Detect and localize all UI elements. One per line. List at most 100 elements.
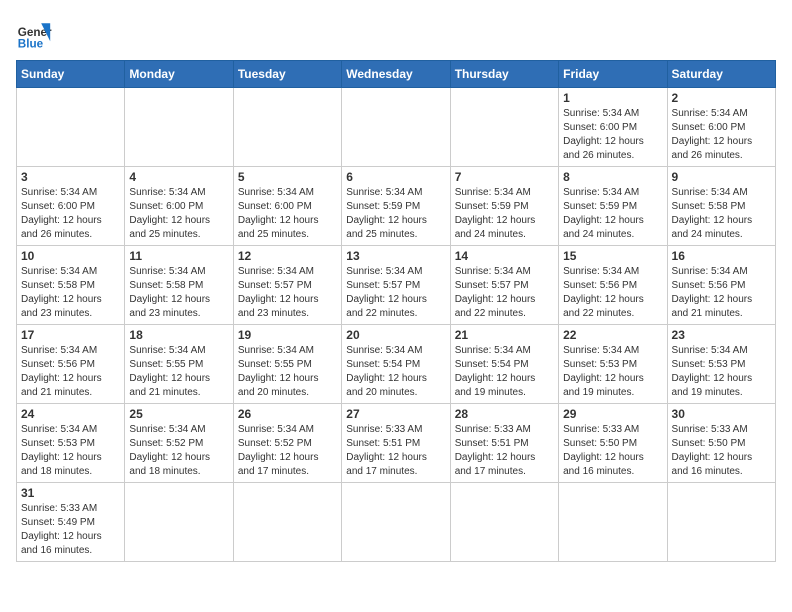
day-info: Sunrise: 5:34 AM Sunset: 5:58 PM Dayligh… xyxy=(672,186,771,242)
calendar-cell xyxy=(667,483,775,562)
day-info: Sunrise: 5:34 AM Sunset: 5:53 PM Dayligh… xyxy=(672,344,771,400)
day-number: 7 xyxy=(455,170,554,184)
calendar-cell: 9Sunrise: 5:34 AM Sunset: 5:58 PM Daylig… xyxy=(667,167,775,246)
calendar-cell: 28 Sunrise: 5:33 AM Sunset: 5:51 PM Dayli… xyxy=(450,404,558,483)
calendar-cell: 16 Sunrise: 5:34 AM Sunset: 5:56 PM Dayli… xyxy=(667,246,775,325)
day-number: 23 xyxy=(672,328,771,342)
weekday-header-wednesday: Wednesday xyxy=(342,61,450,88)
day-info: Sunrise: 5:34 AM Sunset: 6:00 PM Dayligh… xyxy=(238,186,337,242)
day-number: 12 xyxy=(238,249,337,263)
calendar-cell xyxy=(342,88,450,167)
calendar-cell: 11 Sunrise: 5:34 AM Sunset: 5:58 PM Dayli… xyxy=(125,246,233,325)
calendar-cell xyxy=(559,483,667,562)
day-info: Sunrise: 5:33 AM Sunset: 5:49 PM Dayligh… xyxy=(21,502,120,558)
day-number: 3 xyxy=(21,170,120,184)
day-number: 18 xyxy=(129,328,228,342)
day-info: Sunrise: 5:34 AM Sunset: 5:54 PM Dayligh… xyxy=(455,344,554,400)
calendar-cell xyxy=(450,483,558,562)
day-info: Sunrise: 5:34 AM Sunset: 5:59 PM Dayligh… xyxy=(346,186,445,242)
week-row-0: 1 Sunrise: 5:34 AM Sunset: 6:00 PM Daylig… xyxy=(17,88,776,167)
day-info: Sunrise: 5:34 AM Sunset: 5:57 PM Dayligh… xyxy=(455,265,554,321)
day-info: Sunrise: 5:34 AM Sunset: 5:55 PM Dayligh… xyxy=(238,344,337,400)
day-number: 14 xyxy=(455,249,554,263)
logo: General Blue xyxy=(16,16,52,52)
calendar-cell: 10 Sunrise: 5:34 AM Sunset: 5:58 PM Dayli… xyxy=(17,246,125,325)
generalblue-logo-icon: General Blue xyxy=(16,16,52,52)
calendar-cell: 3 Sunrise: 5:34 AM Sunset: 6:00 PM Daylig… xyxy=(17,167,125,246)
calendar-cell xyxy=(125,483,233,562)
calendar-cell: 2 Sunrise: 5:34 AM Sunset: 6:00 PM Daylig… xyxy=(667,88,775,167)
calendar-cell: 17 Sunrise: 5:34 AM Sunset: 5:56 PM Dayli… xyxy=(17,325,125,404)
day-number: 25 xyxy=(129,407,228,421)
day-info: Sunrise: 5:34 AM Sunset: 6:00 PM Dayligh… xyxy=(21,186,120,242)
day-info: Sunrise: 5:33 AM Sunset: 5:50 PM Dayligh… xyxy=(563,423,662,479)
day-info: Sunrise: 5:34 AM Sunset: 5:57 PM Dayligh… xyxy=(346,265,445,321)
day-info: Sunrise: 5:34 AM Sunset: 6:00 PM Dayligh… xyxy=(129,186,228,242)
day-number: 22 xyxy=(563,328,662,342)
day-info: Sunrise: 5:34 AM Sunset: 6:00 PM Dayligh… xyxy=(563,107,662,163)
calendar-cell: 4 Sunrise: 5:34 AM Sunset: 6:00 PM Daylig… xyxy=(125,167,233,246)
day-number: 30 xyxy=(672,407,771,421)
svg-text:Blue: Blue xyxy=(18,38,44,51)
day-info: Sunrise: 5:33 AM Sunset: 5:50 PM Dayligh… xyxy=(672,423,771,479)
day-number: 4 xyxy=(129,170,228,184)
week-row-2: 10 Sunrise: 5:34 AM Sunset: 5:58 PM Dayli… xyxy=(17,246,776,325)
day-info: Sunrise: 5:34 AM Sunset: 5:53 PM Dayligh… xyxy=(563,344,662,400)
day-number: 21 xyxy=(455,328,554,342)
day-number: 11 xyxy=(129,249,228,263)
calendar-cell: 5Sunrise: 5:34 AM Sunset: 6:00 PM Daylig… xyxy=(233,167,341,246)
calendar-cell: 6 Sunrise: 5:34 AM Sunset: 5:59 PM Daylig… xyxy=(342,167,450,246)
weekday-header-friday: Friday xyxy=(559,61,667,88)
day-info: Sunrise: 5:34 AM Sunset: 5:58 PM Dayligh… xyxy=(21,265,120,321)
weekday-header-sunday: Sunday xyxy=(17,61,125,88)
calendar-cell: 14 Sunrise: 5:34 AM Sunset: 5:57 PM Dayli… xyxy=(450,246,558,325)
day-number: 24 xyxy=(21,407,120,421)
calendar-cell: 7 Sunrise: 5:34 AM Sunset: 5:59 PM Daylig… xyxy=(450,167,558,246)
day-info: Sunrise: 5:34 AM Sunset: 5:58 PM Dayligh… xyxy=(129,265,228,321)
day-info: Sunrise: 5:34 AM Sunset: 5:57 PM Dayligh… xyxy=(238,265,337,321)
day-number: 1 xyxy=(563,91,662,105)
day-number: 10 xyxy=(21,249,120,263)
header: General Blue xyxy=(16,16,776,52)
day-info: Sunrise: 5:34 AM Sunset: 5:56 PM Dayligh… xyxy=(21,344,120,400)
day-number: 8 xyxy=(563,170,662,184)
calendar-cell xyxy=(233,88,341,167)
calendar-cell: 26 Sunrise: 5:34 AM Sunset: 5:52 PM Dayli… xyxy=(233,404,341,483)
day-number: 28 xyxy=(455,407,554,421)
calendar-cell: 20Sunrise: 5:34 AM Sunset: 5:54 PM Dayli… xyxy=(342,325,450,404)
day-info: Sunrise: 5:34 AM Sunset: 5:55 PM Dayligh… xyxy=(129,344,228,400)
day-number: 2 xyxy=(672,91,771,105)
calendar-cell: 19Sunrise: 5:34 AM Sunset: 5:55 PM Dayli… xyxy=(233,325,341,404)
calendar-cell: 15Sunrise: 5:34 AM Sunset: 5:56 PM Dayli… xyxy=(559,246,667,325)
day-info: Sunrise: 5:34 AM Sunset: 5:52 PM Dayligh… xyxy=(129,423,228,479)
calendar-cell: 21 Sunrise: 5:34 AM Sunset: 5:54 PM Dayli… xyxy=(450,325,558,404)
calendar-cell: 18 Sunrise: 5:34 AM Sunset: 5:55 PM Dayli… xyxy=(125,325,233,404)
day-info: Sunrise: 5:33 AM Sunset: 5:51 PM Dayligh… xyxy=(455,423,554,479)
day-number: 26 xyxy=(238,407,337,421)
day-info: Sunrise: 5:34 AM Sunset: 5:59 PM Dayligh… xyxy=(455,186,554,242)
day-number: 17 xyxy=(21,328,120,342)
day-info: Sunrise: 5:34 AM Sunset: 5:56 PM Dayligh… xyxy=(672,265,771,321)
calendar-cell: 27Sunrise: 5:33 AM Sunset: 5:51 PM Dayli… xyxy=(342,404,450,483)
day-number: 27 xyxy=(346,407,445,421)
day-number: 15 xyxy=(563,249,662,263)
calendar-cell: 25 Sunrise: 5:34 AM Sunset: 5:52 PM Dayli… xyxy=(125,404,233,483)
weekday-header-tuesday: Tuesday xyxy=(233,61,341,88)
calendar-cell xyxy=(233,483,341,562)
weekday-header-monday: Monday xyxy=(125,61,233,88)
day-info: Sunrise: 5:34 AM Sunset: 6:00 PM Dayligh… xyxy=(672,107,771,163)
day-number: 6 xyxy=(346,170,445,184)
calendar-cell: 22 Sunrise: 5:34 AM Sunset: 5:53 PM Dayli… xyxy=(559,325,667,404)
calendar-cell: 12 Sunrise: 5:34 AM Sunset: 5:57 PM Dayli… xyxy=(233,246,341,325)
day-number: 13 xyxy=(346,249,445,263)
calendar-cell xyxy=(125,88,233,167)
day-info: Sunrise: 5:34 AM Sunset: 5:52 PM Dayligh… xyxy=(238,423,337,479)
calendar-cell: 8Sunrise: 5:34 AM Sunset: 5:59 PM Daylig… xyxy=(559,167,667,246)
day-number: 16 xyxy=(672,249,771,263)
week-row-4: 24Sunrise: 5:34 AM Sunset: 5:53 PM Dayli… xyxy=(17,404,776,483)
day-number: 20 xyxy=(346,328,445,342)
weekday-header-row: SundayMondayTuesdayWednesdayThursdayFrid… xyxy=(17,61,776,88)
week-row-1: 3 Sunrise: 5:34 AM Sunset: 6:00 PM Daylig… xyxy=(17,167,776,246)
calendar-cell: 31Sunrise: 5:33 AM Sunset: 5:49 PM Dayli… xyxy=(17,483,125,562)
weekday-header-saturday: Saturday xyxy=(667,61,775,88)
